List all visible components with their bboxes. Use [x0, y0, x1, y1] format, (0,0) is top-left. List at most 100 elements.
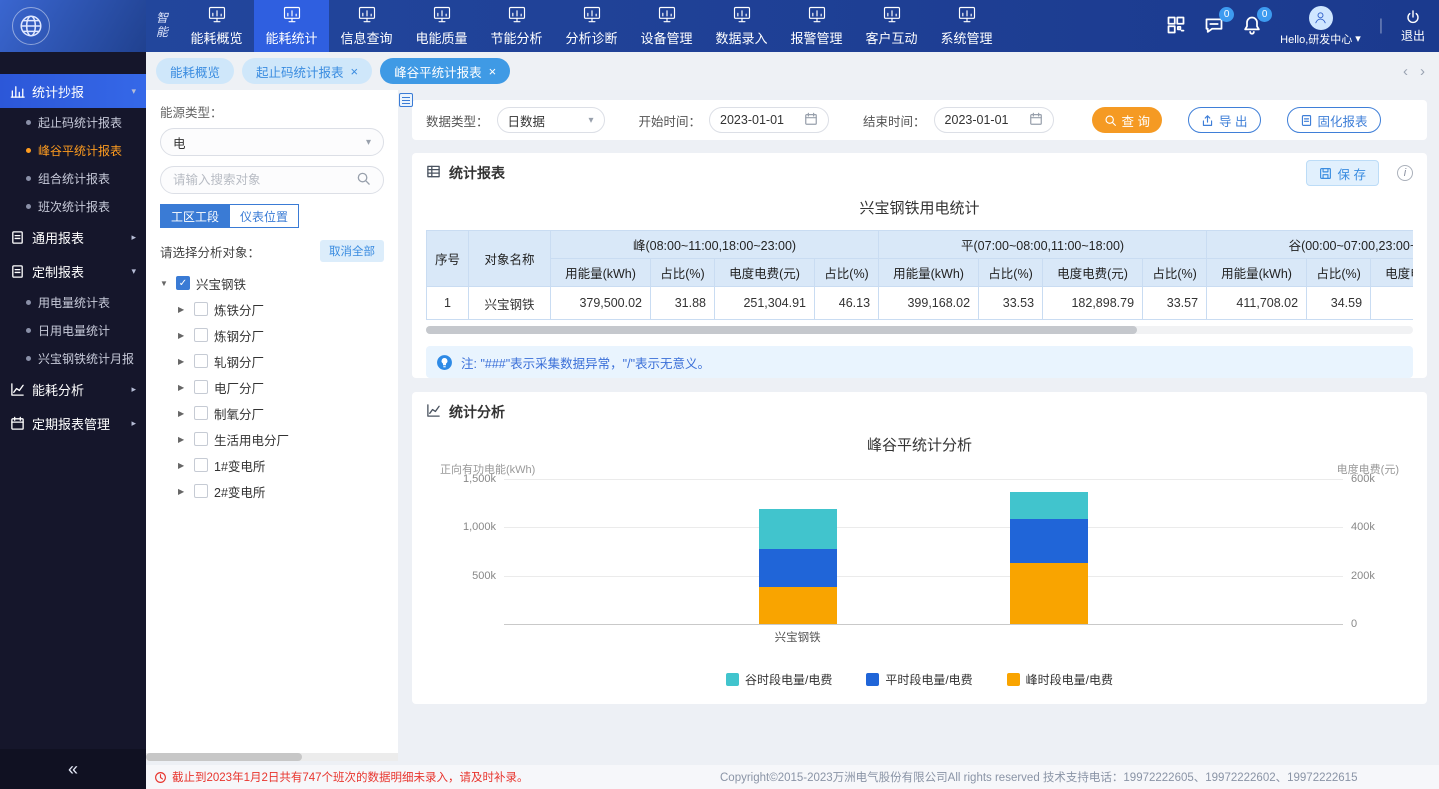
sidebar-section-stat-report[interactable]: 统计抄报 ▾: [0, 74, 146, 108]
energy-type-select[interactable]: 电 ▾: [160, 128, 384, 156]
nav-item-alarm-management[interactable]: 报警管理: [779, 0, 854, 52]
sidebar-item-start-stop-code-report[interactable]: 起止码统计报表: [0, 108, 146, 136]
checkbox[interactable]: [194, 380, 208, 394]
scrollbar-thumb[interactable]: [426, 326, 1137, 334]
tree-node-child[interactable]: ▶生活用电分厂: [160, 426, 384, 452]
save-button[interactable]: 保 存: [1306, 160, 1379, 186]
sidebar-collapse-button[interactable]: «: [0, 749, 146, 789]
nav-item-energy-statistics[interactable]: 能耗统计: [254, 0, 329, 52]
logout-button[interactable]: 退出: [1401, 9, 1425, 44]
note-bulb-icon: [436, 354, 453, 371]
footer: 截止到2023年1月2日共有747个班次的数据明细未录入，请及时补录。 Copy…: [146, 765, 1439, 789]
bell-icon[interactable]: 0: [1242, 15, 1262, 38]
tree-node-child[interactable]: ▶1#变电所: [160, 452, 384, 478]
tree-node-child[interactable]: ▶炼钢分厂: [160, 322, 384, 348]
tree-node-child[interactable]: ▶电厂分厂: [160, 374, 384, 400]
column-group-flat: 平(07:00~08:00,11:00~18:00): [879, 231, 1207, 259]
nav-item-info-query[interactable]: 信息查询: [329, 0, 404, 52]
cancel-all-button[interactable]: 取消全部: [320, 240, 384, 262]
tab-scroll-left-icon[interactable]: ‹: [1403, 63, 1408, 80]
column-header: 电度电费(元): [1043, 259, 1143, 287]
nav-item-customer-interaction[interactable]: 客户互动: [854, 0, 929, 52]
legend-swatch-icon: [726, 673, 739, 686]
caret-right-icon[interactable]: ▶: [178, 357, 188, 366]
qr-code-icon[interactable]: [1166, 15, 1186, 38]
checkbox-checked[interactable]: ✓: [176, 276, 190, 290]
checkbox[interactable]: [194, 354, 208, 368]
export-button[interactable]: 导 出: [1188, 107, 1260, 133]
column-header: 用能量(kWh): [879, 259, 979, 287]
sidebar-item-peak-valley-report[interactable]: 峰谷平统计报表: [0, 136, 146, 164]
tab-workzone[interactable]: 工区工段: [160, 204, 230, 228]
sidebar-section-periodic-report[interactable]: 定期报表管理 ▸: [0, 406, 146, 440]
checkbox[interactable]: [194, 328, 208, 342]
panel-collapse-toggle[interactable]: [399, 93, 413, 107]
user-greeting: Hello,研发中心: [1280, 31, 1352, 47]
panel-horizontal-scrollbar[interactable]: [146, 753, 398, 761]
caret-right-icon[interactable]: ▶: [178, 487, 188, 496]
select-object-label: 请选择分析对象：: [160, 242, 260, 261]
data-type-select[interactable]: 日数据 ▾: [497, 107, 605, 133]
nav-item-energy-overview[interactable]: 能耗概览: [179, 0, 254, 52]
tab-scroll-right-icon[interactable]: ›: [1420, 63, 1425, 80]
caret-right-icon[interactable]: ▶: [178, 331, 188, 340]
tab-meter-location[interactable]: 仪表位置: [230, 204, 299, 228]
solidify-report-button[interactable]: 固化报表: [1287, 107, 1381, 133]
tree-node-root[interactable]: ▼ ✓ 兴宝钢铁: [160, 270, 384, 296]
nav-item-power-quality[interactable]: 电能质量: [404, 0, 479, 52]
tree-node-child[interactable]: ▶2#变电所: [160, 478, 384, 504]
checkbox[interactable]: [194, 458, 208, 472]
message-icon[interactable]: 0: [1204, 15, 1224, 38]
search-icon[interactable]: [356, 171, 371, 189]
table-scroll-container[interactable]: 序号 对象名称 峰(08:00~11:00,18:00~23:00) 平(07:…: [426, 230, 1413, 320]
nav-item-data-entry[interactable]: 数据录入: [704, 0, 779, 52]
start-date-input[interactable]: 2023-01-01: [709, 107, 829, 133]
sidebar-item-shift-report[interactable]: 班次统计报表: [0, 192, 146, 220]
caret-right-icon[interactable]: ▶: [178, 461, 188, 470]
caret-right-icon[interactable]: ▶: [178, 305, 188, 314]
nav-item-system-management[interactable]: 系统管理: [929, 0, 1004, 52]
legend-item-flat[interactable]: 平时段电量/电费: [866, 671, 972, 688]
close-icon[interactable]: ×: [351, 65, 359, 78]
sidebar-item-electricity-stat-table[interactable]: 用电量统计表: [0, 288, 146, 316]
close-icon[interactable]: ×: [489, 65, 497, 78]
sidebar-item-xingbao-monthly-report[interactable]: 兴宝钢铁统计月报: [0, 344, 146, 372]
sidebar-section-general-report[interactable]: 通用报表 ▸: [0, 220, 146, 254]
checkbox[interactable]: [194, 432, 208, 446]
end-date-input[interactable]: 2023-01-01: [934, 107, 1054, 133]
legend-item-peak[interactable]: 峰时段电量/电费: [1007, 671, 1113, 688]
sidebar-section-energy-analysis[interactable]: 能耗分析 ▸: [0, 372, 146, 406]
scrollbar-thumb[interactable]: [146, 753, 302, 761]
tree-node-child[interactable]: ▶制氧分厂: [160, 400, 384, 426]
logout-label: 退出: [1401, 27, 1425, 44]
sidebar-item-daily-electricity-stat[interactable]: 日用电量统计: [0, 316, 146, 344]
user-menu[interactable]: Hello,研发中心▾: [1280, 6, 1361, 47]
caret-right-icon[interactable]: ▶: [178, 383, 188, 392]
nav-item-device-management[interactable]: 设备管理: [629, 0, 704, 52]
message-badge: 0: [1219, 7, 1234, 22]
note-text: 注: "###"表示采集数据异常，"/"表示无意义。: [461, 353, 710, 372]
caret-right-icon[interactable]: ▶: [178, 409, 188, 418]
caret-down-icon[interactable]: ▼: [160, 279, 170, 288]
tree-node-child[interactable]: ▶轧钢分厂: [160, 348, 384, 374]
checkbox[interactable]: [194, 484, 208, 498]
globe-logo-icon: [12, 7, 50, 45]
tab-start-stop-code-report[interactable]: 起止码统计报表×: [242, 58, 372, 84]
tab-energy-overview[interactable]: 能耗概览: [156, 58, 234, 84]
nav-item-analysis-diagnosis[interactable]: 分析诊断: [554, 0, 629, 52]
info-icon[interactable]: i: [1397, 165, 1413, 181]
checkbox[interactable]: [194, 302, 208, 316]
tab-peak-valley-report[interactable]: 峰谷平统计报表×: [380, 58, 510, 84]
legend-item-valley[interactable]: 谷时段电量/电费: [726, 671, 832, 688]
query-button[interactable]: 查 询: [1092, 107, 1162, 133]
checkbox[interactable]: [194, 406, 208, 420]
module-icon: [881, 5, 903, 25]
search-input[interactable]: [173, 173, 353, 187]
sidebar-item-combined-report[interactable]: 组合统计报表: [0, 164, 146, 192]
tree-node-child[interactable]: ▶炼铁分厂: [160, 296, 384, 322]
caret-right-icon[interactable]: ▶: [178, 435, 188, 444]
nav-item-energy-saving-analysis[interactable]: 节能分析: [479, 0, 554, 52]
horizontal-scrollbar[interactable]: [426, 326, 1413, 334]
table-group-header-row: 序号 对象名称 峰(08:00~11:00,18:00~23:00) 平(07:…: [427, 231, 1414, 259]
sidebar-section-custom-report[interactable]: 定制报表 ▾: [0, 254, 146, 288]
